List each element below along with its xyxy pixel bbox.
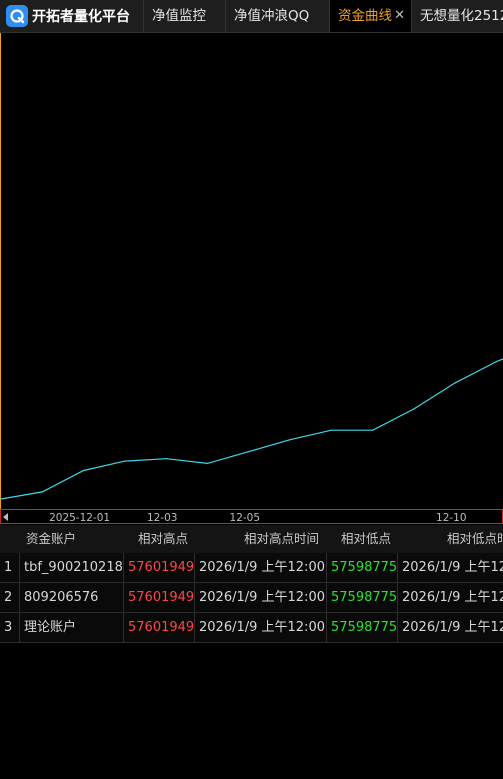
x-tick-label: 12-10 [436,512,467,524]
x-tick-label: 12-03 [147,512,178,524]
equity-point-12 [496,360,498,363]
table-row[interactable]: 2 809206576 57601949 2026/1/9 上午12:00 57… [0,583,503,613]
equity-point-8 [330,429,332,431]
equity-series-line [0,358,503,500]
equity-point-4 [165,458,167,460]
cell-high: 57601949 [124,613,195,642]
header-low-time: 相对低点时间 [447,531,503,546]
header-high: 相对高点 [138,531,189,546]
app-logo-icon [6,5,28,27]
tab-label: 资金曲线 [338,8,392,24]
equity-curve-chart: 2025-12-0112-0312-0512-1012-12 [0,33,503,525]
equity-point-10 [413,408,415,410]
close-icon[interactable]: ✕ [394,0,405,32]
equity-point-2 [83,469,85,472]
cell-low-time: 2026/1/9 上午12:00 [402,560,503,575]
table-row[interactable]: 3 理论账户 57601949 2026/1/9 上午12:00 5759877… [0,613,503,643]
table-header: 资金账户 相对高点 相对高点时间 相对低点 相对低点时间 [0,525,503,553]
cell-high-time: 2026/1/9 上午12:00 [195,553,327,582]
x-tick-label: 2025-12-01 [49,512,110,524]
equity-point-7 [289,439,291,441]
cell-high: 57601949 [124,583,195,612]
tab-label: 净值冲浪QQ [234,8,310,24]
cell-low: 57598775 [327,613,398,642]
equity-point-6 [248,451,250,453]
app-title: 开拓者量化平台 [32,9,130,25]
cell-high-time: 2026/1/9 上午12:00 [195,583,327,612]
cell-low: 57598775 [327,553,398,582]
row-index: 2 [0,583,20,612]
tab-label: 净值监控 [152,8,206,24]
header-low: 相对低点 [341,531,392,546]
header-high-time: 相对高点时间 [244,531,320,546]
tab-bar: 开拓者量化平台 净值监控 净值冲浪QQ 资金曲线 ✕ 无想量化2512 [0,0,503,33]
equity-point-9 [372,429,374,431]
equity-point-11 [454,382,456,384]
table-row[interactable]: 1 tbf_900210218 57601949 2026/1/9 上午12:0… [0,553,503,583]
tab-equity-curve[interactable]: 资金曲线 ✕ [329,0,411,32]
cell-low-time: 2026/1/9 上午12:00 [402,590,503,605]
cell-low-time: 2026/1/9 上午12:00 [402,620,503,635]
tab-label: 无想量化2512 [420,8,503,24]
equity-point-5 [206,462,209,464]
x-tick-label: 12-05 [230,512,261,524]
row-index: 3 [0,613,20,642]
equity-point-0 [0,498,2,500]
app-brand: 开拓者量化平台 [0,0,143,32]
cell-account: 809206576 [20,583,124,612]
tab-nav-monitor[interactable]: 净值监控 [143,0,225,32]
cell-high: 57601949 [124,553,195,582]
chart-canvas: 2025-12-0112-0312-0512-1012-12 [0,33,503,524]
header-account: 资金账户 [26,531,77,546]
cell-high-time: 2026/1/9 上午12:00 [195,613,327,642]
cell-account: tbf_900210218 [20,553,124,582]
equity-point-3 [124,460,126,462]
equity-point-1 [41,491,43,493]
tab-nav-surf[interactable]: 净值冲浪QQ [225,0,329,32]
cell-account: 理论账户 [20,613,124,642]
cell-low: 57598775 [327,583,398,612]
tab-wuxiang[interactable]: 无想量化2512 [411,0,503,32]
row-index: 1 [0,553,20,582]
